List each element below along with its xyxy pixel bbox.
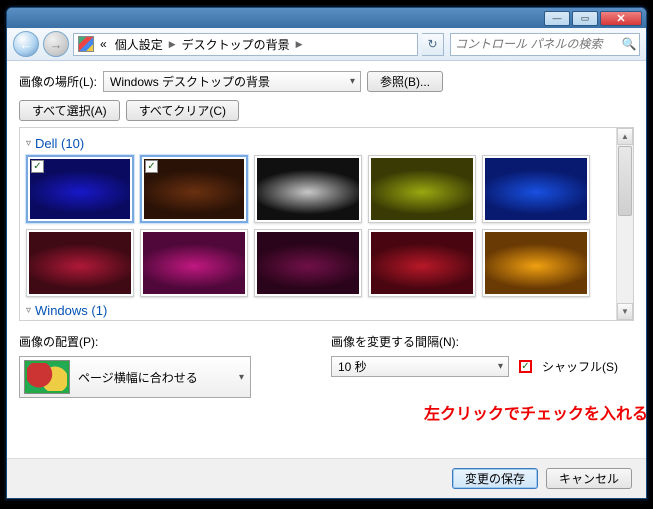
select-all-button[interactable]: すべて選択(A) <box>19 100 120 121</box>
wallpaper-thumb[interactable] <box>482 229 590 297</box>
browse-button[interactable]: 参照(B)... <box>367 71 443 92</box>
titlebar[interactable]: — ▭ ✕ <box>7 8 646 28</box>
wallpaper-list: Dell (10) ✓ ✓ Windows (1) ▲ ▼ <box>19 127 634 321</box>
cancel-button[interactable]: キャンセル <box>546 468 632 489</box>
control-panel-icon <box>78 36 94 52</box>
navbar: ← → « 個人設定 ▶ デスクトップの背景 ▶ ↻ 🔍 <box>7 28 646 61</box>
shuffle-checkbox[interactable]: ✓ <box>519 360 532 373</box>
location-label: 画像の場所(L): <box>19 73 97 90</box>
wallpaper-thumb[interactable] <box>482 155 590 223</box>
scroll-down-button[interactable]: ▼ <box>617 303 633 320</box>
chevron-right-icon: ▶ <box>296 39 303 50</box>
thumb-checkbox[interactable]: ✓ <box>145 160 158 173</box>
position-label: 画像の配置(P): <box>19 333 251 350</box>
wallpaper-thumb[interactable]: ✓ <box>26 155 134 223</box>
scrollbar[interactable]: ▲ ▼ <box>616 128 633 320</box>
group-header[interactable]: Dell (10) <box>26 136 610 151</box>
breadcrumb[interactable]: デスクトップの背景 <box>180 36 292 53</box>
location-combo[interactable]: Windows デスクトップの背景 <box>103 71 361 92</box>
wallpaper-thumb[interactable] <box>254 229 362 297</box>
interval-combo[interactable]: 10 秒 <box>331 356 509 377</box>
position-preview-icon <box>24 360 70 394</box>
group-header[interactable]: Windows (1) <box>26 303 610 318</box>
maximize-button[interactable]: ▭ <box>572 11 598 26</box>
search-icon[interactable]: 🔍 <box>619 37 639 51</box>
position-combo[interactable]: ページ横幅に合わせる <box>19 356 251 398</box>
scroll-up-button[interactable]: ▲ <box>617 128 633 145</box>
wallpaper-thumb[interactable] <box>254 155 362 223</box>
wallpaper-thumb[interactable] <box>26 229 134 297</box>
clear-all-button[interactable]: すべてクリア(C) <box>126 100 239 121</box>
breadcrumb-prefix: « <box>98 37 109 51</box>
wallpaper-thumb[interactable] <box>140 229 248 297</box>
close-button[interactable]: ✕ <box>600 11 642 26</box>
forward-button: → <box>43 31 69 57</box>
refresh-button[interactable]: ↻ <box>422 33 444 56</box>
breadcrumb[interactable]: 個人設定 <box>113 36 165 53</box>
address-bar[interactable]: « 個人設定 ▶ デスクトップの背景 ▶ <box>73 33 418 56</box>
chevron-right-icon: ▶ <box>169 39 176 50</box>
wallpaper-thumb[interactable] <box>368 229 476 297</box>
save-button[interactable]: 変更の保存 <box>452 468 538 489</box>
wallpaper-thumb[interactable]: ✓ <box>140 155 248 223</box>
back-button[interactable]: ← <box>13 31 39 57</box>
wallpaper-thumb[interactable] <box>368 155 476 223</box>
minimize-button[interactable]: — <box>544 11 570 26</box>
thumb-checkbox[interactable]: ✓ <box>31 160 44 173</box>
interval-label: 画像を変更する間隔(N): <box>331 333 618 350</box>
search-box[interactable]: 🔍 <box>450 33 640 56</box>
shuffle-label: シャッフル(S) <box>542 358 618 375</box>
footer: 変更の保存 キャンセル <box>7 458 646 498</box>
scroll-thumb[interactable] <box>618 146 632 216</box>
content-area: 画像の場所(L): Windows デスクトップの背景 参照(B)... すべて… <box>7 61 646 458</box>
search-input[interactable] <box>451 37 619 51</box>
desktop-background-window: — ▭ ✕ ← → « 個人設定 ▶ デスクトップの背景 ▶ ↻ 🔍 画像の場所… <box>6 7 647 499</box>
